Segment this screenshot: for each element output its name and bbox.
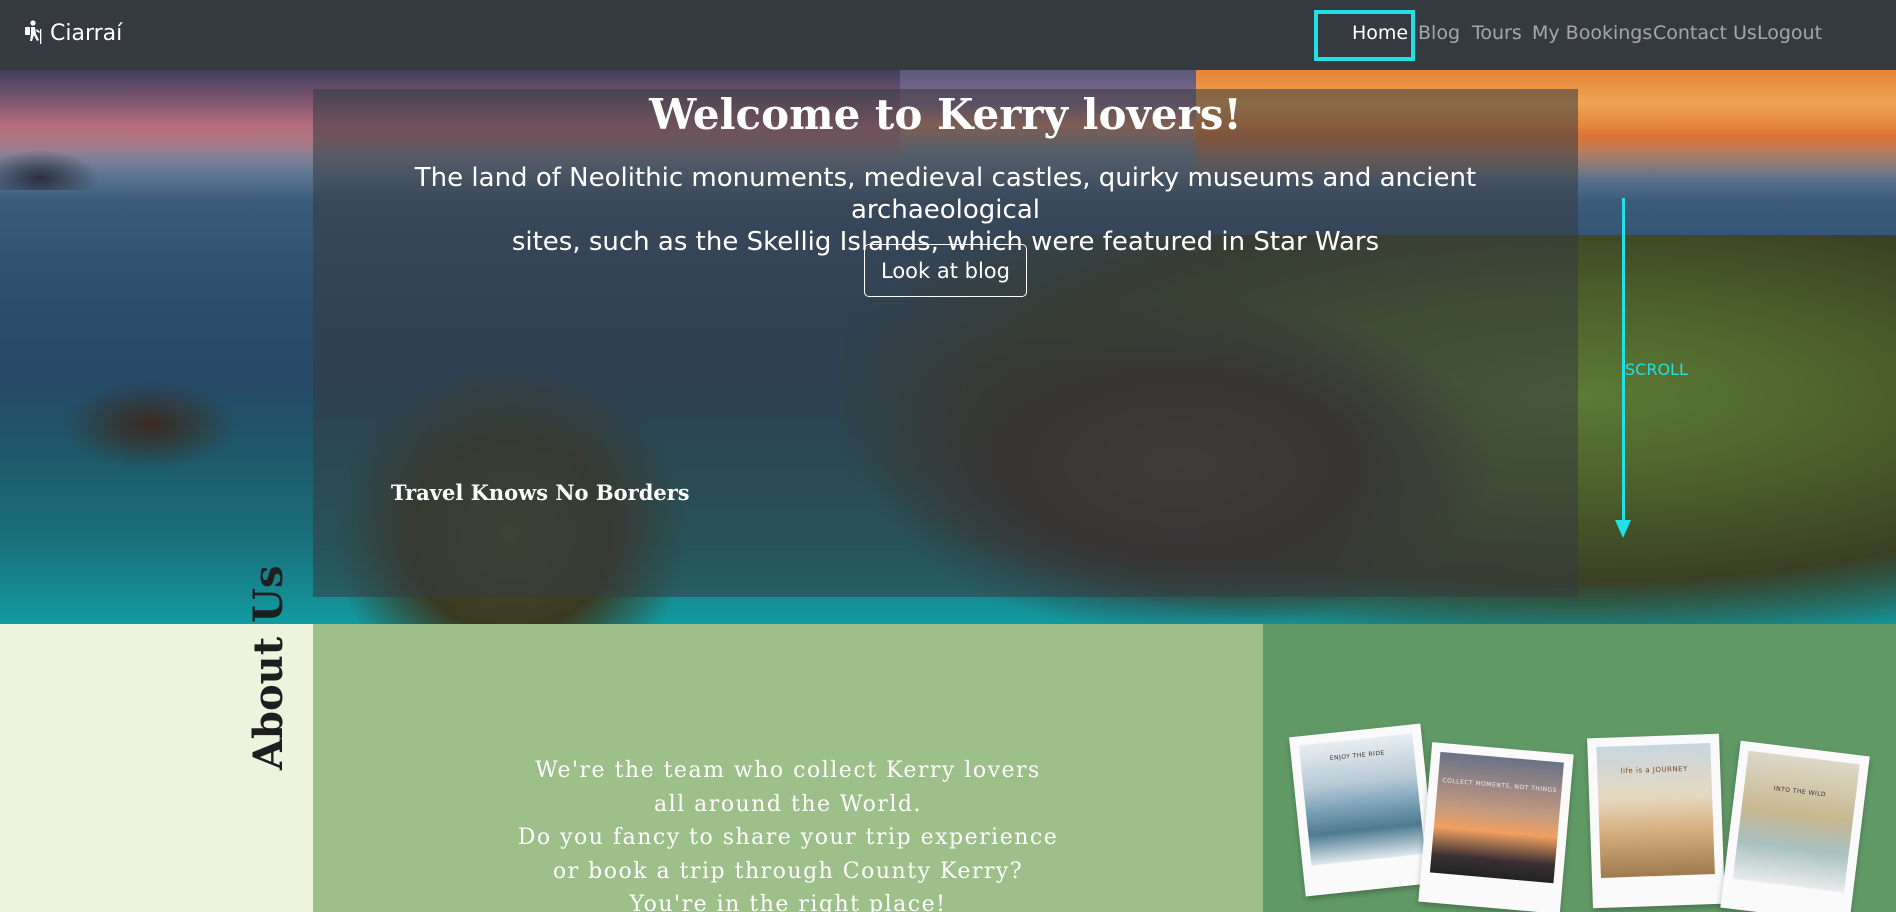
about-line: We're the team who collect Kerry lovers (535, 758, 1041, 783)
nav-home[interactable]: Home (1352, 22, 1408, 44)
polaroid-photo: life is a JOURNEY (1587, 733, 1725, 909)
navbar: Ciarraí Home Blog Tours My Bookings Cont… (0, 0, 1896, 70)
hero-subtitle-line: The land of Neolithic monuments, medieva… (414, 163, 1477, 225)
hero-title: Welcome to Kerry lovers! (649, 90, 1242, 139)
hiker-icon (25, 20, 42, 44)
polaroid-image (1732, 750, 1860, 893)
about-text: We're the team who collect Kerry lovers … (313, 754, 1263, 912)
about-line: Do you fancy to share your trip experien… (517, 825, 1059, 850)
nav-blog[interactable]: Blog (1418, 22, 1460, 44)
about-line: all around the World. (654, 791, 922, 817)
scroll-arrow-icon (1615, 520, 1631, 538)
nav-tours[interactable]: Tours (1472, 22, 1522, 44)
polaroid-photo: INTO THE WILD (1720, 740, 1870, 912)
scroll-label: SCROLL (1625, 360, 1688, 379)
nav-logout[interactable]: Logout (1757, 22, 1822, 44)
polaroid-image (1429, 751, 1564, 884)
hero-island (0, 150, 100, 190)
about-line: You're in the right place! (629, 892, 947, 912)
nav-my-bookings[interactable]: My Bookings (1532, 22, 1652, 44)
about-line: or book a trip through County Kerry? (552, 858, 1024, 884)
nav-contact-us[interactable]: Contact Us (1653, 22, 1757, 44)
hero-small-rock (60, 380, 240, 470)
brand[interactable]: Ciarraí (22, 20, 122, 46)
polaroid-image (1596, 743, 1715, 878)
polaroid-photo: ENJOY THE RIDE (1288, 723, 1438, 897)
look-at-blog-button[interactable]: Look at blog (864, 244, 1027, 297)
hero-section: Welcome to Kerry lovers! The land of Neo… (0, 70, 1896, 624)
polaroid-photo: COLLECT MOMENTS, NOT THINGS (1418, 742, 1574, 912)
about-heading: About Us (245, 565, 292, 770)
hero-tagline: Travel Knows No Borders (391, 480, 690, 505)
brand-name: Ciarraí (50, 20, 123, 46)
